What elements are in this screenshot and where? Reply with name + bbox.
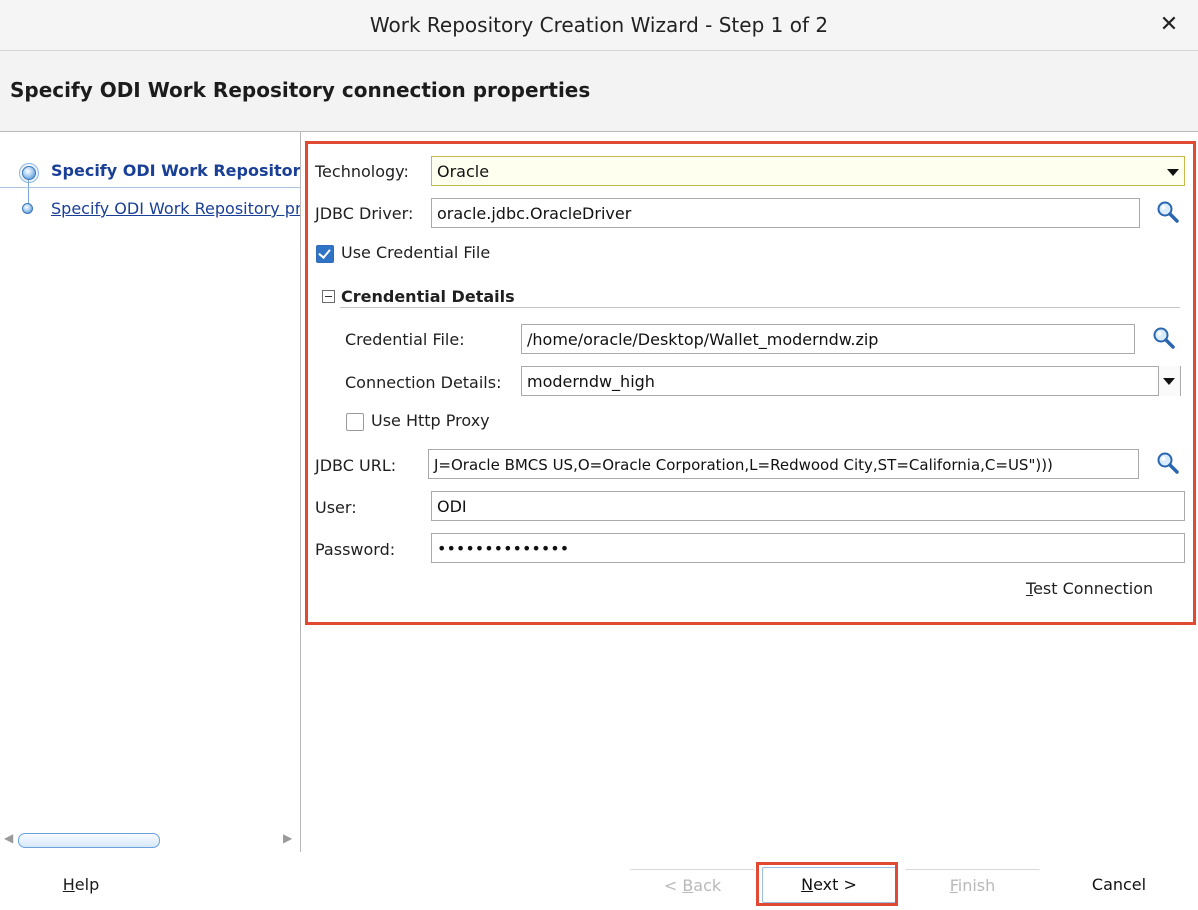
technology-label: Technology: [315, 162, 409, 181]
credential-file-field[interactable]: /home/oracle/Desktop/Wallet_moderndw.zip [521, 324, 1135, 354]
back-button[interactable]: < Back [630, 869, 755, 902]
finish-label: inish [957, 876, 996, 895]
back-mnemonic: B [682, 876, 694, 895]
cancel-button[interactable]: Cancel [1060, 869, 1178, 901]
use-http-proxy-label: Use Http Proxy [371, 411, 490, 430]
collapse-section-icon[interactable] [322, 290, 335, 303]
user-label: User: [315, 498, 357, 517]
chevron-down-icon [1163, 378, 1175, 385]
credential-file-label: Credential File: [345, 330, 465, 349]
search-icon[interactable] [1152, 326, 1176, 350]
search-icon[interactable] [1156, 451, 1180, 475]
use-credential-file-label: Use Credential File [341, 243, 491, 262]
technology-value: Oracle [437, 162, 490, 181]
help-mnemonic: H [62, 875, 75, 894]
credential-section-title: Crendential Details [341, 287, 515, 306]
back-label: ack [693, 876, 722, 895]
technology-dropdown-button[interactable] [1163, 157, 1185, 185]
password-value: •••••••••••••• [437, 539, 570, 558]
section-divider [340, 307, 1180, 308]
step-next-icon [22, 203, 33, 214]
window-title: Work Repository Creation Wizard - Step 1… [369, 13, 829, 37]
jdbc-url-value: J=Oracle BMCS US,O=Oracle Corporation,L=… [434, 456, 1053, 474]
jdbc-driver-value: oracle.jdbc.OracleDriver [437, 204, 632, 223]
jdbc-driver-label: JDBC Driver: [315, 204, 414, 223]
help-label: elp [74, 875, 100, 894]
connection-details-dropdown-button[interactable] [1158, 366, 1180, 396]
user-value: ODI [437, 497, 467, 516]
jdbc-url-label: JDBC URL: [315, 456, 397, 475]
credential-file-value: /home/oracle/Desktop/Wallet_moderndw.zip [527, 330, 879, 349]
password-label: Password: [315, 540, 396, 559]
use-credential-file-checkbox[interactable] [316, 245, 334, 263]
scrollbar-thumb[interactable] [18, 833, 160, 848]
use-http-proxy-checkbox[interactable] [346, 413, 364, 431]
step-selection-underline [0, 187, 300, 188]
next-button-highlight [756, 862, 898, 906]
back-prefix: < [663, 876, 683, 895]
step-item-connection-properties[interactable]: Specify ODI Work Repository connection p… [51, 161, 300, 180]
technology-select[interactable]: Oracle [431, 156, 1185, 186]
user-field[interactable]: ODI [431, 491, 1185, 521]
page-title: Specify ODI Work Repository connection p… [10, 78, 591, 102]
jdbc-driver-field[interactable]: oracle.jdbc.OracleDriver [431, 198, 1140, 228]
test-connection-mnemonic: T [1026, 579, 1034, 598]
search-icon[interactable] [1156, 200, 1180, 224]
connection-details-select[interactable]: moderndw_high [521, 366, 1181, 396]
connection-details-label: Connection Details: [345, 373, 502, 392]
help-button[interactable]: Help [61, 869, 101, 901]
finish-mnemonic: F [949, 876, 958, 895]
scroll-right-icon[interactable]: ▶ [283, 831, 292, 845]
test-connection-button[interactable]: Test Connection [1026, 579, 1153, 598]
finish-button[interactable]: Finish [905, 869, 1040, 902]
jdbc-url-field[interactable]: J=Oracle BMCS US,O=Oracle Corporation,L=… [428, 449, 1139, 479]
checkmark-icon [318, 246, 331, 259]
password-field[interactable]: •••••••••••••• [431, 533, 1185, 563]
test-connection-label: est Connection [1033, 579, 1154, 598]
close-icon[interactable]: ✕ [1154, 10, 1184, 40]
steps-panel [0, 132, 301, 852]
step-item-repository-properties[interactable]: Specify ODI Work Repository properties [51, 199, 300, 218]
chevron-down-icon [1167, 169, 1179, 176]
step-current-icon [22, 166, 36, 180]
connection-details-value: moderndw_high [527, 372, 655, 391]
scroll-left-icon[interactable]: ◀ [4, 831, 13, 845]
